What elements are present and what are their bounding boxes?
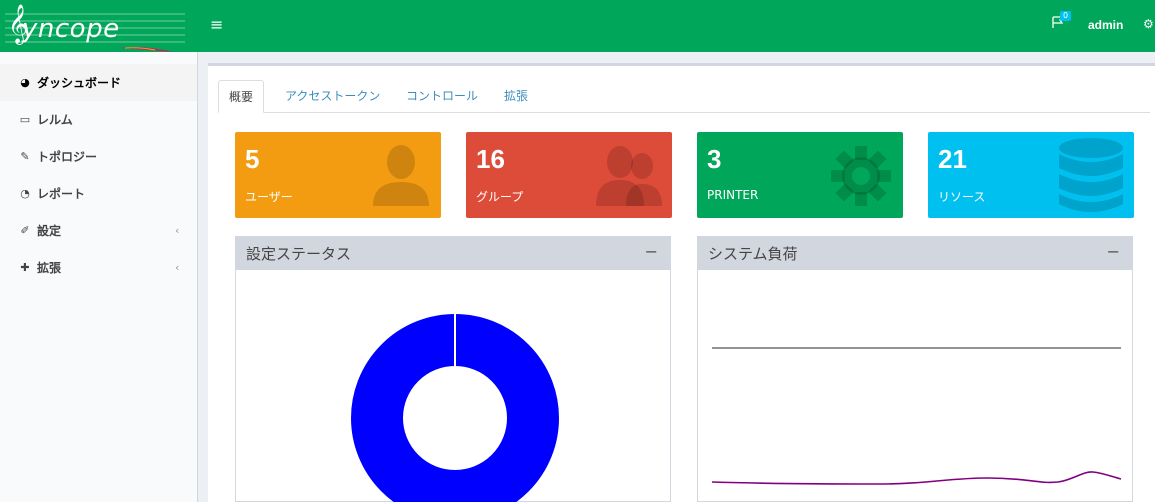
tile-value: 3 (707, 144, 722, 174)
users-tile[interactable]: 5 ユーザー (235, 132, 441, 218)
tab-control[interactable]: コントロール (396, 80, 488, 113)
gear-icon (831, 146, 891, 206)
chevron-left-icon: ‹ (175, 261, 180, 274)
collapse-button[interactable]: − (1107, 242, 1120, 261)
sidebar: ◕ ダッシュボード ▭ レルム ✎ トポロジー ◔ レポート ✐ 設定 ‹ ✚ … (0, 52, 198, 502)
tile-value: 16 (476, 144, 505, 174)
tile-label: リソース (938, 190, 986, 204)
sidebar-item-realms[interactable]: ▭ レルム (0, 101, 197, 138)
sidebar-item-topology[interactable]: ✎ トポロジー (0, 138, 197, 175)
tile-value: 21 (938, 144, 967, 174)
config-status-panel: 設定ステータス − (235, 236, 671, 502)
chevron-left-icon: ‹ (175, 224, 180, 237)
tile-label: PRINTER (707, 188, 759, 202)
user-menu[interactable]: admin (1088, 18, 1123, 32)
plug-icon: ✎ (20, 150, 30, 163)
system-load-chart (711, 347, 1122, 485)
database-icon (1059, 138, 1123, 212)
sidebar-item-label: レポート (37, 187, 86, 201)
load-series-line (711, 471, 1122, 485)
pie-icon: ◔ (20, 187, 30, 200)
sidebar-item-label: 設定 (37, 224, 62, 238)
notification-badge: 0 (1060, 11, 1072, 21)
tile-label: グループ (476, 190, 524, 204)
user-icon (373, 145, 429, 206)
sidebar-item-label: トポロジー (37, 150, 98, 164)
config-donut-chart (351, 314, 559, 502)
logo-area[interactable]: 𝄞 yncope (0, 0, 198, 52)
tab-extensions[interactable]: 拡張 (494, 80, 538, 113)
tab-bar: 概要 アクセストークン コントロール 拡張 (218, 80, 1150, 113)
sidebar-item-dashboard[interactable]: ◕ ダッシュボード (0, 64, 197, 101)
dashboard-icon: ◕ (20, 76, 30, 89)
tile-value: 5 (245, 144, 260, 174)
logo-text: yncope (22, 14, 120, 44)
panel-title: 設定ステータス (246, 244, 352, 263)
system-load-panel: システム負荷 − (697, 236, 1133, 502)
panel-title: システム負荷 (708, 244, 798, 263)
tab-overview[interactable]: 概要 (218, 80, 265, 113)
puzzle-icon: ✚ (20, 261, 30, 274)
sidebar-item-extensions[interactable]: ✚ 拡張 ‹ (0, 249, 197, 286)
sidebar-item-reports[interactable]: ◔ レポート (0, 175, 197, 212)
sidebar-item-label: ダッシュボード (37, 76, 122, 90)
tile-label: ユーザー (245, 190, 293, 204)
printer-tile[interactable]: 3 PRINTER (697, 132, 903, 218)
panel-header: 設定ステータス − (236, 236, 670, 270)
collapse-button[interactable]: − (645, 242, 658, 261)
tab-access-tokens[interactable]: アクセストークン (275, 80, 390, 113)
hamburger-icon[interactable]: ≡ (210, 15, 223, 34)
panel-header: システム負荷 − (698, 236, 1132, 270)
sidebar-item-label: レルム (37, 113, 73, 127)
edit-icon: ✐ (20, 224, 30, 237)
groups-tile[interactable]: 16 グループ (466, 132, 672, 218)
resources-tile[interactable]: 21 リソース (928, 132, 1134, 218)
users-icon (596, 146, 662, 206)
sidebar-item-configuration[interactable]: ✐ 設定 ‹ (0, 212, 197, 249)
top-navbar: ≡ 0 admin ⚙ (198, 0, 1155, 52)
gear-icon[interactable]: ⚙ (1143, 17, 1154, 31)
sidebar-item-label: 拡張 (37, 261, 62, 275)
folder-icon: ▭ (19, 113, 31, 126)
